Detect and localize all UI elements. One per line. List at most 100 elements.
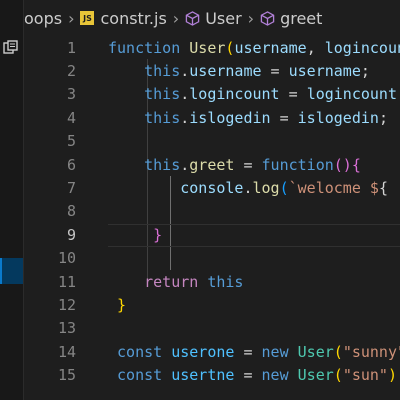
code-token: . <box>180 85 190 104</box>
code-text: console.log(`welocme ${ <box>108 177 388 200</box>
code-text: this.greet = function(){ <box>108 154 361 177</box>
code-token: () <box>333 155 352 174</box>
javascript-file-icon: JS <box>80 11 95 25</box>
code-token: = <box>234 155 262 174</box>
code-line[interactable]: 3 this.logincount = logincount; <box>24 83 400 106</box>
breadcrumb-symbol-greet[interactable]: greet <box>260 9 322 28</box>
breadcrumb: oops › JS constr.js › User › greet <box>24 0 400 36</box>
code-line[interactable]: 13 <box>24 317 400 340</box>
code-token: ; <box>360 61 370 80</box>
chevron-right-icon: › <box>68 8 75 28</box>
code-line[interactable]: 6 this.greet = function(){ <box>24 154 400 177</box>
code-token: } <box>153 225 163 244</box>
line-number: 10 <box>57 249 76 268</box>
code-token: , <box>306 38 325 57</box>
code-token: this <box>144 61 181 80</box>
copy-icon[interactable] <box>3 40 19 54</box>
code-line[interactable]: 5 <box>24 130 400 153</box>
breadcrumb-folder-label: oops <box>24 8 63 28</box>
code-token: logincount <box>189 85 280 104</box>
code-editor[interactable]: 1 function User(username, logincount, isl… <box>24 36 400 400</box>
breadcrumb-file-label: constr.js <box>100 8 167 28</box>
code-token: username <box>234 38 307 57</box>
code-line[interactable]: 15 const usertne = new User("sun") <box>24 364 400 387</box>
code-token: ) <box>387 366 397 385</box>
breadcrumb-folder[interactable]: oops <box>24 9 62 28</box>
code-token: ; <box>378 108 388 127</box>
code-token: this <box>144 85 181 104</box>
code-line[interactable]: 14 const userone = new User("sunny" <box>24 341 400 364</box>
code-token: User <box>297 366 334 385</box>
code-line[interactable]: 1 function User(username, logincount, isl… <box>24 37 400 60</box>
code-line[interactable]: 10 <box>24 247 400 270</box>
code-token: User <box>189 38 226 57</box>
code-token: function <box>108 38 190 57</box>
code-token: . <box>180 108 190 127</box>
code-line[interactable]: 8 <box>24 200 400 223</box>
code-line[interactable]: 4 this.islogedin = islogedin; <box>24 107 400 130</box>
code-token: new <box>261 342 289 361</box>
code-token: `welocme $ <box>288 178 379 197</box>
code-token: "sunny" <box>342 342 400 361</box>
chevron-right-icon: › <box>172 8 180 28</box>
line-number: 2 <box>66 61 76 80</box>
code-token: islogedin <box>189 108 271 127</box>
code-token: function <box>261 155 334 174</box>
cube-symbol-icon <box>185 10 200 26</box>
code-token: logincount <box>324 38 400 57</box>
code-token: log <box>252 178 280 197</box>
code-token: "sun" <box>342 366 388 385</box>
selected-file-row[interactable] <box>0 258 23 284</box>
breadcrumb-symbol-user-label: User <box>205 8 242 28</box>
code-token: . <box>180 155 190 174</box>
code-token: const <box>117 342 163 361</box>
code-token: this <box>207 272 244 291</box>
code-line[interactable]: 7 console.log(`welocme ${ <box>24 177 400 200</box>
code-line[interactable]: 9 } <box>24 223 400 248</box>
code-text: const usertne = new User("sun") <box>108 364 397 387</box>
line-number: 11 <box>57 272 76 291</box>
cube-symbol-icon <box>260 10 275 26</box>
code-token: userone <box>171 342 235 361</box>
code-token: username <box>189 61 262 80</box>
code-token: islogedin <box>297 108 379 127</box>
code-token: ( <box>333 366 343 385</box>
line-number: 15 <box>57 366 76 385</box>
code-line[interactable]: 2 this.username = username; <box>24 60 400 83</box>
code-line[interactable]: 12 } <box>24 294 400 317</box>
code-text: this.logincount = logincount; <box>108 83 400 106</box>
code-token: usertne <box>171 366 235 385</box>
code-token: = <box>234 366 262 385</box>
code-token: return <box>144 272 199 291</box>
code-text: const userone = new User("sunny" <box>108 341 400 364</box>
code-token: { <box>378 178 388 197</box>
breadcrumb-symbol-greet-label: greet <box>280 8 323 28</box>
code-token: this <box>144 155 181 174</box>
breadcrumb-symbol-user[interactable]: User <box>185 8 242 28</box>
code-token: ( <box>333 342 343 361</box>
code-token: greet <box>189 155 235 174</box>
code-line[interactable]: 11 return this <box>24 271 400 294</box>
line-number: 8 <box>66 202 76 221</box>
code-text: this.username = username; <box>108 60 370 83</box>
line-number: 12 <box>57 295 76 314</box>
line-number: 3 <box>66 85 76 104</box>
code-token: = <box>234 342 262 361</box>
explorer-sidebar <box>0 0 24 400</box>
code-token: . <box>243 178 253 197</box>
code-token: this <box>144 108 181 127</box>
code-text: return this <box>108 271 243 294</box>
code-token: = <box>261 61 289 80</box>
breadcrumb-file[interactable]: JS constr.js <box>80 8 167 28</box>
